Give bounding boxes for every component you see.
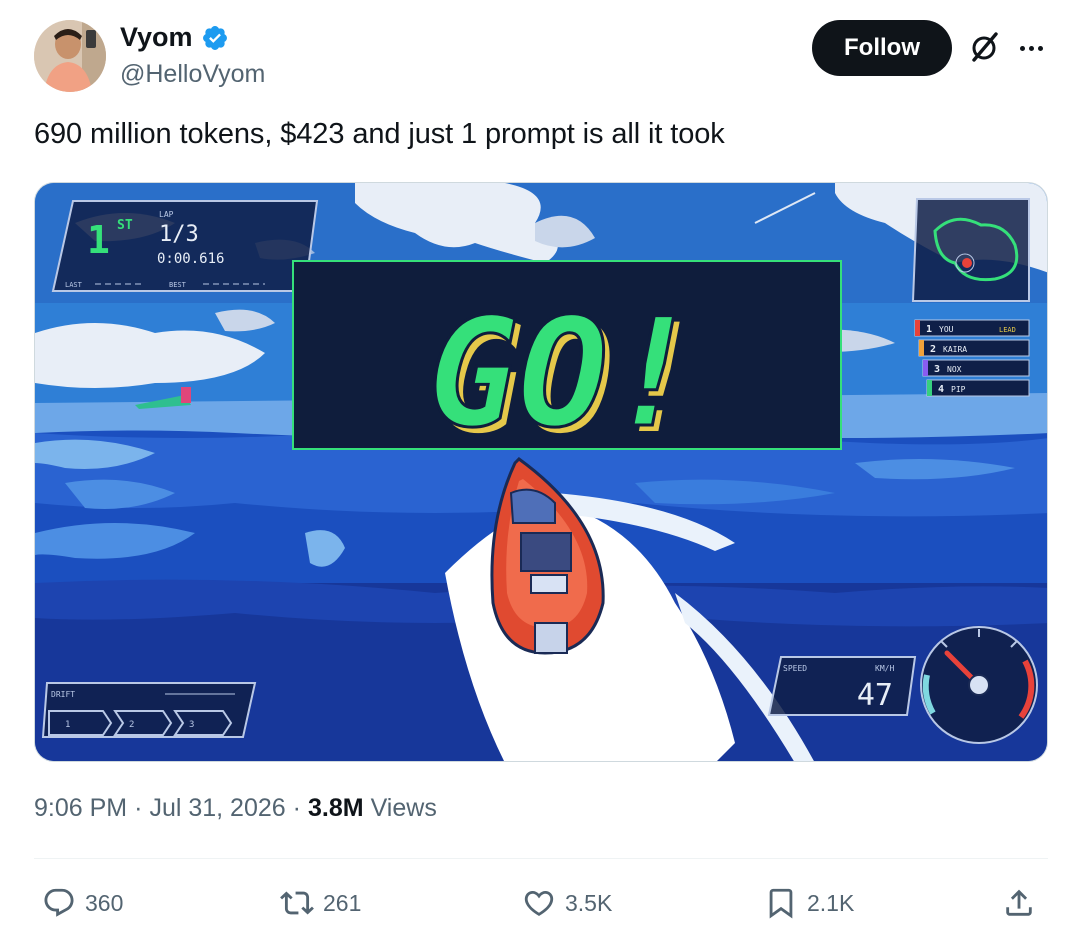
drift-level-1: 1	[65, 720, 70, 730]
share-icon	[1006, 889, 1032, 916]
leaderboard-name-2: KAIRA	[943, 345, 967, 354]
tweet-time[interactable]: 9:06 PM	[34, 794, 127, 823]
speed-unit: KM/H	[875, 664, 894, 673]
tweet-date[interactable]: Jul 31, 2026	[149, 794, 285, 823]
meta-separator: ·	[292, 794, 301, 822]
reply-button[interactable]: 360	[42, 884, 123, 922]
avatar[interactable]	[34, 20, 106, 92]
follow-button[interactable]: Follow	[812, 20, 952, 76]
verified-badge-icon	[202, 25, 227, 50]
meta-separator: ·	[134, 794, 143, 822]
tweet-text: 690 million tokens, $423 and just 1 prom…	[34, 118, 725, 150]
leaderboard-rank-2: 2	[930, 344, 936, 355]
repost-button[interactable]: 261	[280, 884, 361, 922]
bookmark-button[interactable]: 2.1K	[764, 884, 854, 922]
grok-icon[interactable]	[966, 30, 1002, 66]
author-name[interactable]: Vyom	[120, 22, 193, 53]
drift-meter: DRIFT 1 2 3	[41, 682, 257, 738]
last-lap-label: LAST	[65, 281, 83, 289]
author-name-row[interactable]: Vyom	[120, 22, 229, 53]
speed-label: SPEED	[783, 664, 807, 673]
views-label[interactable]: Views	[371, 794, 437, 823]
author-handle[interactable]: @HelloVyom	[120, 60, 265, 89]
share-button[interactable]	[1002, 884, 1036, 922]
divider	[34, 858, 1048, 859]
tweet-card: Vyom @HelloVyom Follow 690 million token…	[0, 0, 1080, 938]
like-button[interactable]: 3.5K	[522, 884, 612, 922]
bookmark-count: 2.1K	[807, 889, 855, 916]
repost-count: 261	[323, 889, 362, 916]
leaderboard-rank-4: 4	[938, 384, 944, 395]
tweet-media-image[interactable]: 1 ST LAP 1/3 0:00.616 LAST BEST GO! GO!	[34, 182, 1048, 762]
go-text: GO!	[428, 287, 699, 461]
drift-label: DRIFT	[51, 690, 75, 699]
drift-level-3: 3	[189, 720, 194, 730]
reply-icon	[44, 888, 74, 917]
lap-label: LAP	[159, 210, 174, 219]
lap-time: 0:00.616	[157, 251, 224, 267]
leaderboard-rank-3: 3	[934, 364, 940, 375]
leaderboard-name-1: YOU	[939, 325, 954, 334]
speed-value: 47	[857, 678, 893, 713]
leaderboard-name-3: NOX	[947, 365, 962, 374]
lap-value: 1/3	[159, 222, 199, 247]
speed-panel: SPEED KM/H 47	[767, 656, 917, 716]
views-count[interactable]: 3.8M	[308, 794, 364, 823]
like-count: 3.5K	[565, 889, 613, 916]
speedometer-gauge	[920, 626, 1038, 744]
repost-icon	[280, 891, 314, 915]
drift-level-2: 2	[129, 720, 134, 730]
race-position-suffix: ST	[117, 218, 133, 233]
reply-count: 360	[85, 889, 124, 916]
best-lap-label: BEST	[169, 281, 187, 289]
more-icon[interactable]	[1014, 34, 1048, 62]
like-icon	[524, 890, 554, 916]
race-position: 1	[87, 218, 110, 262]
tweet-meta: 9:06 PM · Jul 31, 2026 · 3.8M Views	[34, 794, 437, 823]
go-banner: GO! GO!	[292, 260, 842, 467]
minimap	[911, 198, 1030, 302]
leaderboard-rank-1: 1	[926, 324, 932, 335]
leaderboard-name-4: PIP	[951, 385, 966, 394]
bookmark-icon	[769, 888, 793, 919]
hud-lap-panel: 1 ST LAP 1/3 0:00.616 LAST BEST	[51, 200, 319, 292]
action-bar: 360 261 3.5K 2.1K	[0, 876, 1080, 930]
leaderboard-tag-1: LEAD	[999, 326, 1016, 334]
